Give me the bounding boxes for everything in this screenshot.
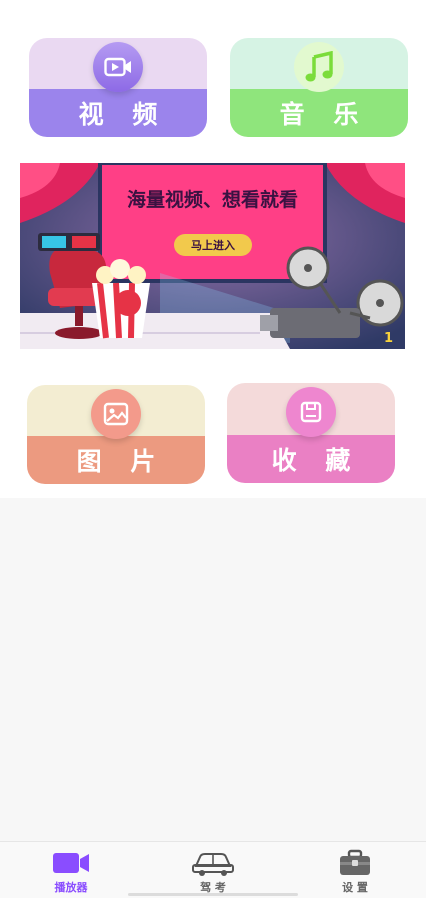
favorite-card-label: 收 藏 [271,446,361,475]
floppy-disk-icon [286,387,336,437]
main-panel: 视 频 音 乐 海量视频、想看就看 马上进入 1 图 片 收 藏 [0,0,426,498]
enter-now-button[interactable]: 马上进入 [174,234,252,256]
home-indicator [128,893,298,896]
video-card-label: 视 频 [78,100,168,130]
picture-card-label: 图 片 [76,447,166,477]
tab-settings[interactable]: 设 置 [284,842,426,898]
player-camera-icon [51,848,91,878]
video-camera-icon [93,42,143,92]
promo-banner[interactable]: 海量视频、想看就看 马上进入 1 [20,163,405,349]
image-icon [91,389,141,439]
music-card-label: 音 乐 [279,100,369,130]
tab-driving-test[interactable]: 驾 考 [142,842,284,898]
banner-page-index: 1 [383,331,393,346]
music-card[interactable]: 音 乐 [230,38,408,137]
tab-settings-label: 设 置 [342,881,368,894]
music-note-icon [294,42,344,92]
toolbox-icon [338,848,372,878]
video-card[interactable]: 视 频 [29,38,207,137]
tab-player-label: 播放器 [54,881,88,894]
favorite-card[interactable]: 收 藏 [227,383,395,483]
car-icon [191,848,235,878]
bottom-tab-bar: 播放器 驾 考 设 置 [0,841,426,898]
tab-player[interactable]: 播放器 [0,842,142,898]
picture-card[interactable]: 图 片 [27,385,205,484]
banner-title: 海量视频、想看就看 [126,189,298,211]
